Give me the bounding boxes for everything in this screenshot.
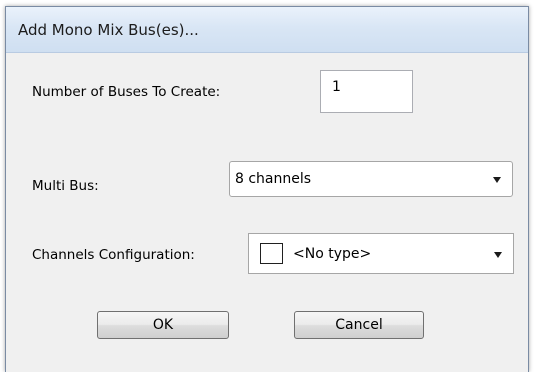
multi-bus-selected: 8 channels	[235, 171, 312, 187]
num-buses-value: 1	[332, 79, 341, 95]
channels-config-label: Channels Configuration:	[32, 247, 195, 263]
title-bar[interactable]: Add Mono Mix Bus(es)...	[6, 7, 528, 53]
config-type-swatch-icon	[260, 243, 283, 264]
num-buses-input[interactable]: 1	[320, 70, 413, 113]
chevron-down-icon[interactable]	[494, 252, 502, 258]
multi-bus-label: Multi Bus:	[32, 178, 99, 194]
ok-button[interactable]: OK	[97, 311, 229, 339]
cancel-button[interactable]: Cancel	[294, 311, 424, 339]
add-mono-mix-bus-dialog: Add Mono Mix Bus(es)... Number of Buses …	[5, 6, 529, 372]
num-buses-label: Number of Buses To Create:	[32, 84, 221, 100]
multi-bus-dropdown[interactable]: 8 channels	[229, 161, 513, 197]
dialog-title: Add Mono Mix Bus(es)...	[18, 21, 199, 39]
channels-config-selected: <No type>	[293, 246, 372, 262]
channels-config-dropdown[interactable]: <No type>	[248, 233, 514, 274]
chevron-down-icon[interactable]	[493, 177, 501, 183]
